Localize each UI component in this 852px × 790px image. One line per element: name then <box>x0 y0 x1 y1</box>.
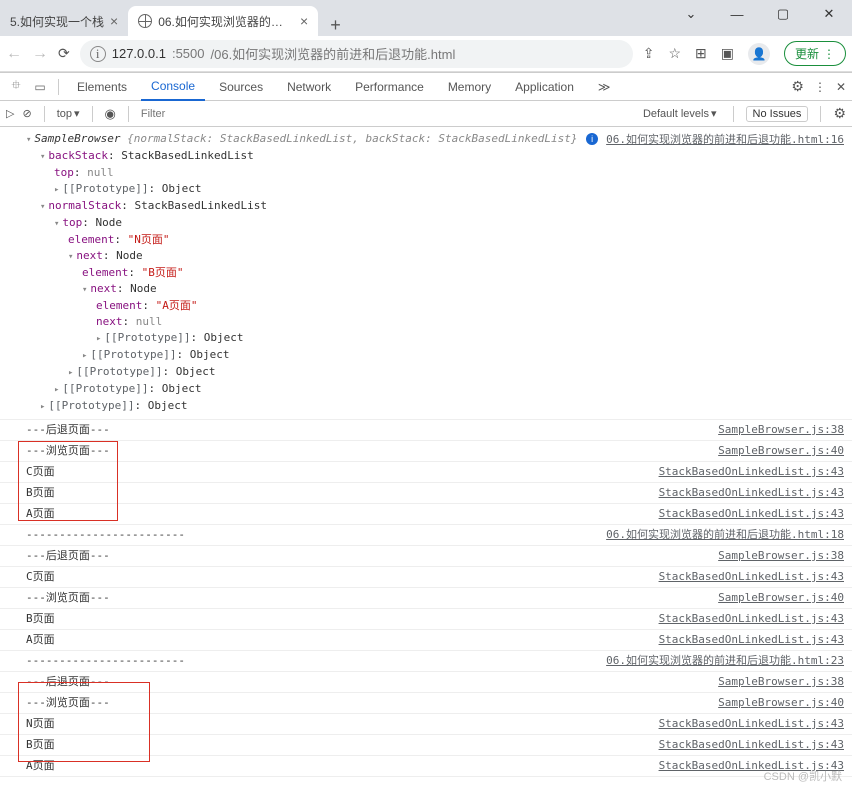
extensions-icon[interactable]: ⊞ <box>695 45 707 62</box>
source-link[interactable]: SampleBrowser.js:38 <box>718 548 844 564</box>
source-link[interactable]: StackBasedOnLinkedList.js:43 <box>659 485 844 501</box>
source-link[interactable]: 06.如何实现浏览器的前进和后退功能.html:16 <box>606 131 844 147</box>
context-selector[interactable]: top▾ <box>57 107 80 120</box>
address-bar[interactable]: i 127.0.0.1 :5500/06.如何实现浏览器的前进和后退功能.html <box>80 40 633 68</box>
tab-close-icon[interactable]: × <box>110 13 118 29</box>
log-row: ---浏览页面---SampleBrowser.js:40 <box>0 441 852 462</box>
log-levels-selector[interactable]: Default levels ▾ <box>639 107 721 120</box>
reader-icon[interactable]: ▣ <box>721 45 734 62</box>
nav-actions: ⇪ ☆ ⊞ ▣ 👤 更新⋮ <box>643 41 846 66</box>
window-close-icon[interactable]: ✕ <box>806 0 852 28</box>
window-dropdown-icon[interactable]: ⌄ <box>668 0 714 28</box>
settings-icon[interactable]: ⚙ <box>791 78 804 95</box>
menu-icon: ⋮ <box>823 47 835 61</box>
update-button[interactable]: 更新⋮ <box>784 41 846 66</box>
log-row: ---浏览页面---SampleBrowser.js:40 <box>0 693 852 714</box>
filter-input[interactable] <box>141 105 631 123</box>
source-link[interactable]: SampleBrowser.js:40 <box>718 695 844 711</box>
url-path: /06.如何实现浏览器的前进和后退功能.html <box>211 44 456 63</box>
console-toolbar: ▷ ⊘ top▾ ◉ Default levels ▾ No Issues ⚙ <box>0 101 852 127</box>
browser-tab-active[interactable]: 06.如何实现浏览器的前进和后退 × <box>128 6 318 36</box>
source-link[interactable]: StackBasedOnLinkedList.js:43 <box>659 632 844 648</box>
tab-more-icon[interactable]: ≫ <box>588 73 621 101</box>
clear-console-icon[interactable]: ⊘ <box>22 107 31 120</box>
browser-tab-inactive[interactable]: 5.如何实现一个栈 × <box>0 6 128 36</box>
source-link[interactable]: StackBasedOnLinkedList.js:43 <box>659 569 844 585</box>
log-row: A页面StackBasedOnLinkedList.js:43 <box>0 756 852 777</box>
url-port: :5500 <box>172 46 205 61</box>
tab-console[interactable]: Console <box>141 73 205 101</box>
globe-icon <box>138 14 152 28</box>
inspect-icon[interactable]: ⯐ <box>6 76 26 97</box>
source-link[interactable]: StackBasedOnLinkedList.js:43 <box>659 737 844 753</box>
log-row: N页面StackBasedOnLinkedList.js:43 <box>0 714 852 735</box>
console-settings-icon[interactable]: ⚙ <box>833 105 846 122</box>
sidebar-toggle-icon[interactable]: ▷ <box>6 107 14 120</box>
log-row: ---浏览页面---SampleBrowser.js:40 <box>0 588 852 609</box>
log-row: ------------------------06.如何实现浏览器的前进和后退… <box>0 525 852 546</box>
chevron-down-icon: ▾ <box>74 107 80 120</box>
log-row: B页面StackBasedOnLinkedList.js:43 <box>0 483 852 504</box>
site-info-icon[interactable]: i <box>90 46 106 62</box>
tab-application[interactable]: Application <box>505 73 584 101</box>
log-row: C页面StackBasedOnLinkedList.js:43 <box>0 567 852 588</box>
source-link[interactable]: StackBasedOnLinkedList.js:43 <box>659 464 844 480</box>
issues-badge[interactable]: No Issues <box>746 106 809 122</box>
source-link[interactable]: 06.如何实现浏览器的前进和后退功能.html:18 <box>606 527 844 543</box>
url-host: 127.0.0.1 <box>112 46 166 61</box>
log-row: A页面StackBasedOnLinkedList.js:43 <box>0 504 852 525</box>
source-link[interactable]: StackBasedOnLinkedList.js:43 <box>659 611 844 627</box>
source-link[interactable]: SampleBrowser.js:40 <box>718 590 844 606</box>
log-row: ------------------------06.如何实现浏览器的前进和后退… <box>0 651 852 672</box>
log-row: ---后退页面---SampleBrowser.js:38 <box>0 420 852 441</box>
log-row: B页面StackBasedOnLinkedList.js:43 <box>0 735 852 756</box>
devtools: ⯐ ▭ Elements Console Sources Network Per… <box>0 72 852 777</box>
window-minimize-icon[interactable]: — <box>714 0 760 28</box>
live-expression-icon[interactable]: ◉ <box>105 106 116 122</box>
nav-forward-icon: → <box>32 45 48 63</box>
share-icon[interactable]: ⇪ <box>643 45 655 62</box>
window-maximize-icon[interactable]: ▢ <box>760 0 806 28</box>
log-row: ---后退页面---SampleBrowser.js:38 <box>0 546 852 567</box>
source-link[interactable]: SampleBrowser.js:38 <box>718 674 844 690</box>
chevron-down-icon: ▾ <box>711 107 717 120</box>
log-row: C页面StackBasedOnLinkedList.js:43 <box>0 462 852 483</box>
tab-network[interactable]: Network <box>277 73 341 101</box>
nav-back-icon[interactable]: ← <box>6 45 22 63</box>
tab-close-icon[interactable]: × <box>300 13 308 29</box>
tab-title: 5.如何实现一个栈 <box>10 13 104 30</box>
tab-sources[interactable]: Sources <box>209 73 273 101</box>
log-row: A页面StackBasedOnLinkedList.js:43 <box>0 630 852 651</box>
object-tree[interactable]: SampleBrowser {normalStack: StackBasedLi… <box>0 127 852 420</box>
device-icon[interactable]: ▭ <box>30 80 50 94</box>
devtools-tabs: ⯐ ▭ Elements Console Sources Network Per… <box>0 73 852 101</box>
tab-elements[interactable]: Elements <box>67 73 137 101</box>
avatar-icon[interactable]: 👤 <box>748 43 770 65</box>
watermark: CSDN @凯小默 <box>764 768 842 784</box>
source-link[interactable]: StackBasedOnLinkedList.js:43 <box>659 506 844 522</box>
log-row: B页面StackBasedOnLinkedList.js:43 <box>0 609 852 630</box>
reload-icon[interactable]: ⟳ <box>58 45 70 62</box>
source-link[interactable]: StackBasedOnLinkedList.js:43 <box>659 716 844 732</box>
bookmark-icon[interactable]: ☆ <box>668 45 681 62</box>
source-link[interactable]: 06.如何实现浏览器的前进和后退功能.html:23 <box>606 653 844 669</box>
devtools-close-icon[interactable]: ✕ <box>836 80 846 94</box>
nav-bar: ← → ⟳ i 127.0.0.1 :5500/06.如何实现浏览器的前进和后退功… <box>0 36 852 72</box>
window-controls: ⌄ — ▢ ✕ <box>668 0 852 28</box>
tab-memory[interactable]: Memory <box>438 73 501 101</box>
tab-title: 06.如何实现浏览器的前进和后退 <box>158 13 294 30</box>
console-output: 06.如何实现浏览器的前进和后退功能.html:16 SampleBrowser… <box>0 127 852 777</box>
info-icon[interactable]: i <box>586 133 598 145</box>
new-tab-button[interactable]: + <box>318 15 353 36</box>
source-link[interactable]: SampleBrowser.js:40 <box>718 443 844 459</box>
log-row: ---后退页面---SampleBrowser.js:38 <box>0 672 852 693</box>
tab-performance[interactable]: Performance <box>345 73 434 101</box>
source-link[interactable]: SampleBrowser.js:38 <box>718 422 844 438</box>
kebab-icon[interactable]: ⋮ <box>814 80 826 94</box>
